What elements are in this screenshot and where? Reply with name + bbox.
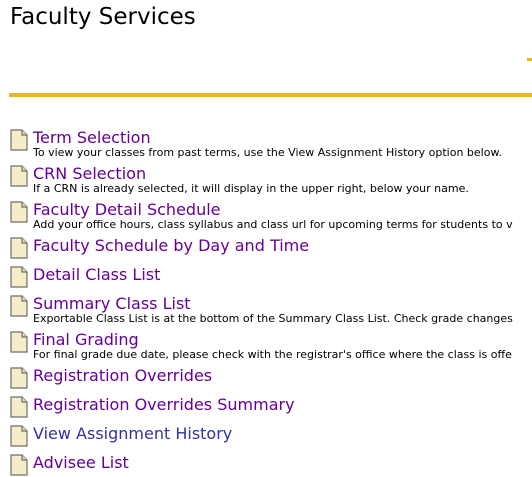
faculty-services-menu: Term Selection To view your classes from… xyxy=(0,0,532,477)
summary-class-list-description: Exportable Class List is at the bottom o… xyxy=(33,312,513,325)
crn-selection-description: If a CRN is already selected, it will di… xyxy=(33,182,469,195)
crn-selection-link[interactable]: CRN Selection xyxy=(33,164,146,183)
summary-class-list-link[interactable]: Summary Class List xyxy=(33,294,191,313)
registration-overrides-summary-link[interactable]: Registration Overrides Summary xyxy=(33,395,295,414)
document-icon xyxy=(10,129,28,151)
faculty-detail-schedule-link[interactable]: Faculty Detail Schedule xyxy=(33,200,221,219)
document-icon xyxy=(10,266,28,288)
view-assignment-history-link[interactable]: View Assignment History xyxy=(33,424,232,443)
final-grading-link[interactable]: Final Grading xyxy=(33,330,139,349)
document-icon xyxy=(10,367,28,389)
document-icon xyxy=(10,454,28,476)
document-icon xyxy=(10,201,28,223)
faculty-detail-schedule-description: Add your office hours, class syllabus an… xyxy=(33,218,513,231)
document-icon xyxy=(10,331,28,353)
term-selection-link[interactable]: Term Selection xyxy=(33,128,151,147)
advisee-list-link[interactable]: Advisee List xyxy=(33,453,129,472)
term-selection-description: To view your classes from past terms, us… xyxy=(33,146,502,159)
detail-class-list-link[interactable]: Detail Class List xyxy=(33,265,160,284)
document-icon xyxy=(10,425,28,447)
document-icon xyxy=(10,295,28,317)
document-icon xyxy=(10,165,28,187)
registration-overrides-link[interactable]: Registration Overrides xyxy=(33,366,212,385)
final-grading-description: For final grade due date, please check w… xyxy=(33,348,512,361)
document-icon xyxy=(10,396,28,418)
document-icon xyxy=(10,237,28,259)
faculty-schedule-by-day-and-time-link[interactable]: Faculty Schedule by Day and Time xyxy=(33,236,309,255)
